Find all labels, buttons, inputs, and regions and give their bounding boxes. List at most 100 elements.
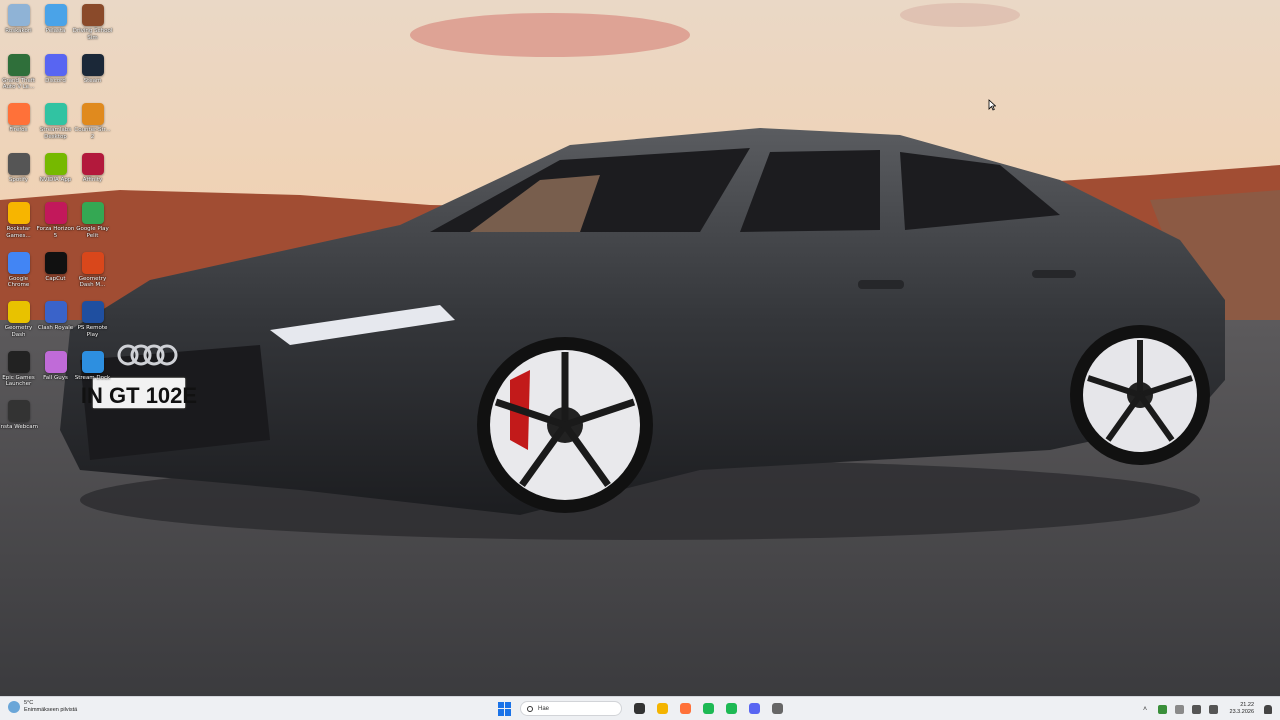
taskbar-app-button[interactable] — [655, 701, 671, 717]
tray-app-icon[interactable] — [1157, 704, 1167, 714]
rockstar-icon — [7, 202, 30, 224]
taskbar-app-button[interactable] — [632, 701, 648, 717]
system-tray: ˄ 21.22 23.3.2026 — [1137, 700, 1272, 718]
taskbar-pinned-apps — [628, 701, 789, 717]
desktop-icon[interactable]: Geometry Dash — [0, 301, 37, 338]
gta-v-icon — [7, 53, 30, 76]
desktop-icon-label: Forza Horizon 5 — [36, 226, 75, 239]
webcam-icon — [7, 400, 30, 422]
taskbar-app-button[interactable] — [701, 701, 717, 717]
ps-remote-play-icon — [81, 301, 104, 323]
chevron-up-icon[interactable]: ˄ — [1141, 705, 1150, 714]
desktop-icon[interactable]: Affinity — [74, 152, 111, 184]
desktop-icon[interactable]: Roskakori — [0, 4, 37, 35]
desktop-icon[interactable]: PS Remote Play — [74, 301, 111, 338]
desktop-icon[interactable]: Steam — [74, 53, 111, 85]
windows-logo-tile — [498, 701, 504, 708]
volume-icon[interactable] — [1208, 704, 1218, 714]
chrome-icon — [7, 251, 30, 274]
desktop-icon[interactable]: Grand Theft Auto V Le... — [0, 53, 37, 91]
wallpaper-car: IN GT 102E — [0, 0, 1280, 696]
desktop-icon[interactable]: Google Chrome — [0, 251, 37, 289]
desktop-icon-label: PS Remote Play — [77, 325, 108, 338]
desktop-icon[interactable]: Fall Guys — [37, 350, 74, 382]
desktop-icon[interactable]: Streamlabs Desktop — [37, 103, 74, 140]
desktop-icon-label: Fall Guys — [43, 374, 68, 381]
taskbar-app-button[interactable] — [724, 701, 740, 717]
desktop-icon-label: Streamlabs Desktop — [39, 127, 72, 140]
desktop-icon[interactable]: Clash Royale — [37, 301, 74, 332]
desktop-icon[interactable]: Rockstar Games... — [0, 202, 37, 239]
desktop-icon-label: Stream Dock — [74, 374, 111, 381]
desktop-icon[interactable]: Epic Games Launcher — [0, 350, 37, 388]
desktop-icon[interactable]: Firefox — [0, 103, 37, 134]
recycle-bin-icon — [7, 4, 30, 26]
taskbar-clock[interactable]: 21.22 23.3.2026 — [1230, 702, 1254, 716]
desktop[interactable]: IN GT 102E Roskakori Pelasta Driving Schoo… — [0, 0, 1280, 696]
windows-logo-tile — [505, 701, 511, 708]
counter-strike-icon — [81, 103, 104, 125]
desktop-icon[interactable]: Google Play Pelit — [74, 202, 111, 239]
windows-logo-tile — [505, 709, 511, 716]
desktop-icon[interactable]: Stream Dock — [74, 350, 111, 382]
google-play-games-icon — [81, 202, 104, 224]
taskbar-app-button[interactable] — [770, 701, 786, 717]
spotify-taskbar-icon — [726, 703, 737, 714]
microphone-icon[interactable] — [1174, 704, 1184, 714]
desktop-icon-label: Google Chrome — [7, 275, 30, 289]
streamlabs-icon — [44, 103, 67, 125]
geometry-dash-icon — [7, 301, 30, 323]
clock-time: 21.22 — [1240, 702, 1254, 708]
desktop-icon[interactable]: CapCut — [37, 251, 74, 283]
affinity-icon — [81, 152, 104, 175]
desktop-icon-label: Affinity — [82, 176, 103, 183]
discord-icon — [44, 53, 67, 76]
file-explorer-icon — [657, 703, 668, 714]
driving-school-icon — [81, 4, 104, 26]
streamlabs-taskbar-icon — [703, 703, 714, 714]
desktop-icon[interactable]: Spotify — [0, 152, 37, 184]
cloud-weather-icon — [8, 701, 20, 713]
desktop-icon-label: Geometry Dash M... — [78, 275, 107, 289]
clock-date: 23.3.2026 — [1229, 709, 1254, 715]
desktop-icon[interactable]: Discord — [37, 53, 74, 85]
desktop-icon[interactable]: Insta Webcam — [0, 400, 38, 431]
geometry-dash-meltdown-icon — [81, 251, 104, 274]
task-view-icon — [634, 703, 645, 714]
desktop-icon[interactable]: Forza Horizon 5 — [37, 202, 74, 239]
taskbar-app-button[interactable] — [747, 701, 763, 717]
stream-dock-icon — [81, 350, 104, 373]
weather-temperature: 5°C — [24, 700, 34, 706]
desktop-icon[interactable]: NVIDIA App — [37, 152, 74, 184]
desktop-icon-label: Pelasta — [45, 28, 66, 34]
desktop-icon-label: Counter-Str... 2 — [74, 127, 111, 140]
network-icon[interactable] — [1191, 704, 1201, 714]
desktop-icon-label: CapCut — [45, 275, 66, 282]
desktop-icon[interactable]: Driving School Sim — [72, 4, 113, 41]
start-button[interactable] — [498, 701, 512, 716]
desktop-icon-label: Insta Webcam — [0, 424, 38, 430]
notification-bell-icon[interactable] — [1264, 704, 1272, 714]
weather-widget[interactable]: 5°C Enimmäkseen pilvistä — [8, 700, 77, 714]
capcut-icon — [44, 251, 67, 274]
desktop-icon-label: Google Play Pelit — [76, 226, 109, 239]
taskbar-app-button[interactable] — [678, 701, 694, 717]
taskbar-center: Hae — [498, 699, 789, 718]
mouse-cursor-icon — [988, 99, 996, 111]
desktop-icon[interactable]: Counter-Str... 2 — [74, 103, 111, 140]
desktop-icon-label: Driving School Sim — [72, 28, 113, 41]
desktop-icon-label: Spotify — [8, 176, 29, 183]
spotify-shortcut-icon — [7, 152, 30, 175]
desktop-icon[interactable]: Pelasta — [37, 4, 74, 35]
forza-icon — [44, 202, 67, 224]
desktop-icon-label: NVIDIA App — [39, 176, 72, 183]
weather-description: Enimmäkseen pilvistä — [24, 707, 78, 713]
windows-logo-tile — [498, 709, 504, 716]
clash-royale-icon — [44, 301, 67, 323]
desktop-icon[interactable]: Geometry Dash M... — [74, 251, 111, 289]
app-taskbar-icon — [772, 703, 783, 714]
fall-guys-icon — [44, 350, 67, 373]
discord-taskbar-icon — [749, 703, 760, 714]
taskbar-search-box[interactable]: Hae — [520, 701, 622, 716]
search-placeholder: Hae — [538, 705, 550, 712]
